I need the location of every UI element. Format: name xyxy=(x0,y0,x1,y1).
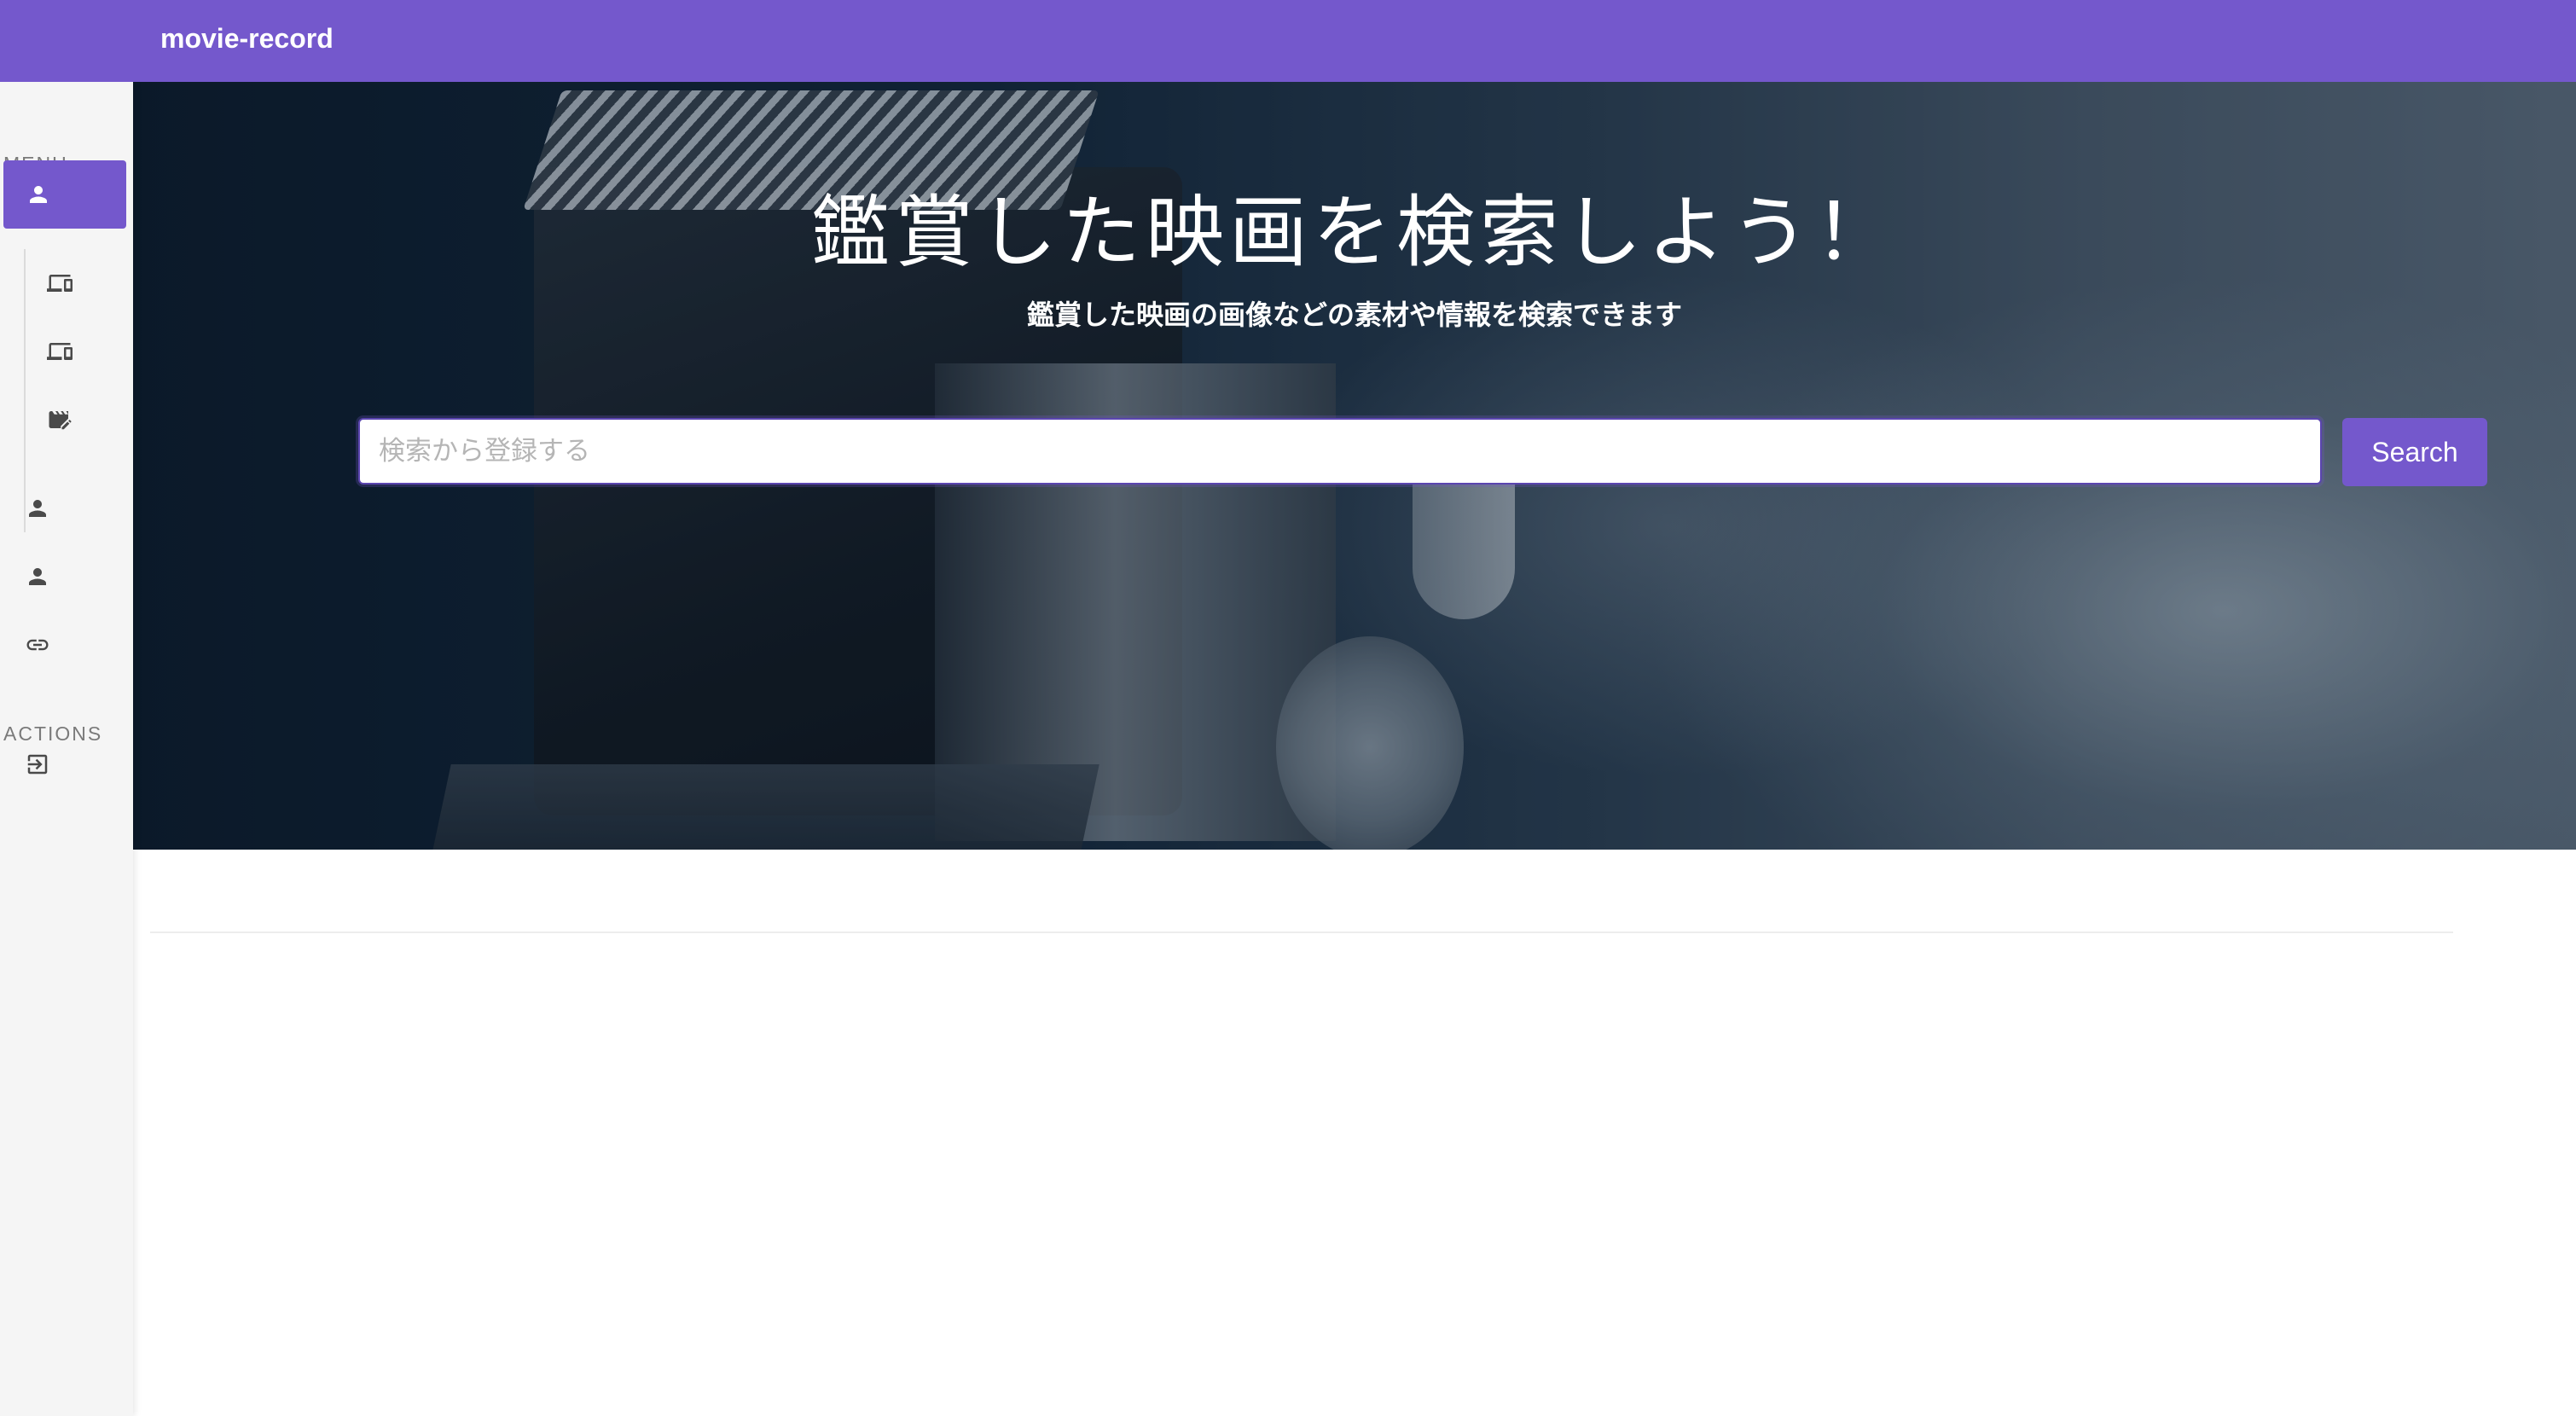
devices-icon xyxy=(47,275,73,292)
sidebar-item-devices-1[interactable] xyxy=(43,266,77,300)
hero-subtitle: 鑑賞した映画の画像などの素材や情報を検索できます xyxy=(1026,299,1682,331)
logout-icon xyxy=(27,754,48,775)
sidebar-item-logout[interactable] xyxy=(20,747,55,781)
sidebar-item-profile[interactable] xyxy=(3,160,126,229)
person-icon xyxy=(30,186,47,203)
top-navbar: movie-record xyxy=(0,0,2576,82)
hero-section: 鑑賞した映画を検索しよう！ 鑑賞した映画の画像などの素材や情報を検索できます S… xyxy=(133,82,2576,850)
sidebar-item-devices-2[interactable] xyxy=(43,334,77,369)
movie-edit-icon xyxy=(49,411,72,430)
sidebar-item-link[interactable] xyxy=(20,628,55,662)
sidebar-item-user-2[interactable] xyxy=(20,560,55,594)
search-input[interactable] xyxy=(358,418,2322,485)
search-button[interactable]: Search xyxy=(2342,418,2487,486)
content-divider xyxy=(150,931,2453,933)
link-icon xyxy=(26,639,49,651)
actions-label: ACTIONS xyxy=(3,723,103,745)
person-icon xyxy=(29,500,46,517)
brand-link[interactable]: movie-record xyxy=(160,19,334,58)
devices-icon xyxy=(47,343,73,360)
sidebar-item-user-1[interactable] xyxy=(20,491,55,525)
submenu-line xyxy=(24,249,26,532)
hero-title: 鑑賞した映画を検索しよう！ xyxy=(810,187,1898,278)
sidebar: MENU ACTIONS xyxy=(0,82,133,1416)
person-icon xyxy=(29,568,46,585)
sidebar-item-movie-edit[interactable] xyxy=(43,403,77,437)
